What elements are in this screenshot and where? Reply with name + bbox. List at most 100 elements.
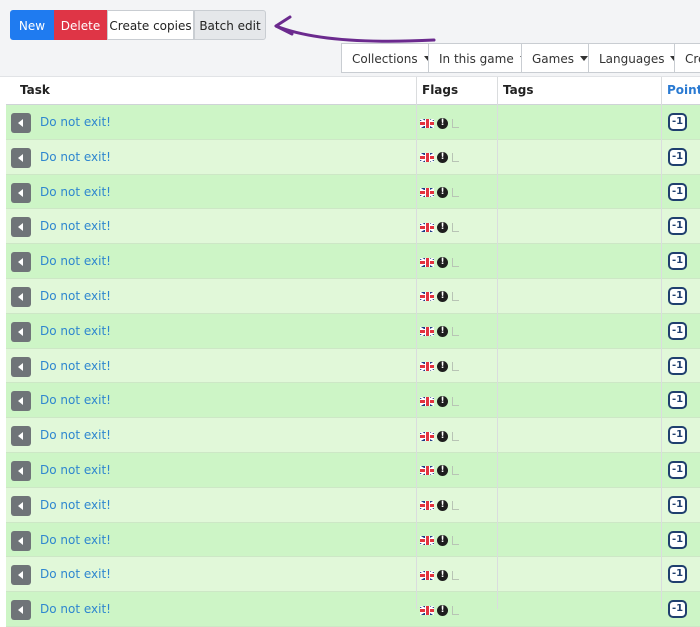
expand-arrow-icon[interactable] xyxy=(11,182,31,203)
task-link[interactable]: Do not exit! xyxy=(40,393,111,407)
warning-icon: ! xyxy=(437,221,448,233)
table-row[interactable]: Do not exit!! -1 xyxy=(6,209,700,245)
table-row[interactable]: Do not exit!! -1 xyxy=(6,244,700,279)
points-badge: -1 xyxy=(668,252,687,271)
table-row[interactable]: Do not exit!! -1 xyxy=(6,348,700,384)
expand-arrow-icon[interactable] xyxy=(11,460,31,481)
languages-dropdown[interactable]: Languages xyxy=(588,43,679,73)
create-copies-button[interactable]: Create copies xyxy=(107,10,194,40)
task-link[interactable]: Do not exit! xyxy=(40,533,111,547)
table-row[interactable]: Do not exit!! -1 xyxy=(6,139,700,175)
table-row[interactable]: Do not exit!! -1 xyxy=(6,174,700,210)
points-badge: -1 xyxy=(668,391,687,410)
warning-icon: ! xyxy=(437,500,448,512)
expand-arrow-icon[interactable] xyxy=(11,600,31,621)
expand-arrow-icon[interactable] xyxy=(11,252,31,273)
in-this-game-dropdown[interactable]: In this game xyxy=(428,43,528,73)
table-row[interactable]: Do not exit!! -1 xyxy=(6,383,700,419)
task-link[interactable]: Do not exit! xyxy=(40,324,111,338)
caret-down-icon xyxy=(579,56,588,61)
annotation-arrow xyxy=(274,15,436,43)
table-row[interactable]: Do not exit!! -1 xyxy=(6,522,700,558)
table-header: Task Flags Tags Points xyxy=(6,77,700,105)
task-link[interactable]: Do not exit! xyxy=(40,359,111,373)
expand-arrow-icon[interactable] xyxy=(11,217,31,238)
delete-button[interactable]: Delete xyxy=(54,10,107,40)
expand-arrow-icon[interactable] xyxy=(11,286,31,307)
games-dropdown[interactable]: Games xyxy=(521,43,589,73)
expand-arrow-icon[interactable] xyxy=(11,495,31,516)
faded-flag-icon xyxy=(452,536,459,546)
in-this-game-label: In this game xyxy=(439,52,514,66)
new-button[interactable]: New xyxy=(10,10,54,40)
task-link[interactable]: Do not exit! xyxy=(40,567,111,581)
flags-cell: ! xyxy=(420,291,459,303)
faded-flag-icon xyxy=(452,570,459,580)
table-row[interactable]: Do not exit!! -1 xyxy=(6,278,700,314)
expand-arrow-icon[interactable] xyxy=(11,530,31,551)
batch-edit-button[interactable]: Batch edit xyxy=(194,10,266,40)
toolbar: New Delete Create copies Batch edit Coll… xyxy=(0,0,700,77)
points-badge: -1 xyxy=(668,426,687,445)
task-link[interactable]: Do not exit! xyxy=(40,289,111,303)
filter-bar: Collections In this game Games Languages… xyxy=(341,43,700,73)
flags-cell: ! xyxy=(420,395,459,407)
games-label: Games xyxy=(532,52,574,66)
warning-icon: ! xyxy=(437,256,448,268)
task-link[interactable]: Do not exit! xyxy=(40,428,111,442)
created-label: Cre xyxy=(685,52,700,66)
flags-cell: ! xyxy=(420,361,459,373)
column-header-points[interactable]: Points xyxy=(667,77,700,104)
warning-icon: ! xyxy=(437,117,448,129)
flags-cell: ! xyxy=(420,569,459,581)
task-link[interactable]: Do not exit! xyxy=(40,463,111,477)
column-divider xyxy=(416,77,417,609)
faded-flag-icon xyxy=(452,153,459,163)
collections-dropdown[interactable]: Collections xyxy=(341,43,432,73)
expand-arrow-icon[interactable] xyxy=(11,321,31,342)
task-link[interactable]: Do not exit! xyxy=(40,115,111,129)
warning-icon: ! xyxy=(437,291,448,303)
task-link[interactable]: Do not exit! xyxy=(40,254,111,268)
uk-flag-icon xyxy=(420,292,434,302)
created-dropdown[interactable]: Cre xyxy=(674,43,700,73)
faded-flag-icon xyxy=(452,466,459,476)
uk-flag-icon xyxy=(420,501,434,511)
warning-icon: ! xyxy=(437,152,448,164)
flags-cell: ! xyxy=(420,221,459,233)
task-link[interactable]: Do not exit! xyxy=(40,150,111,164)
table-row[interactable]: Do not exit!! -1 xyxy=(6,487,700,523)
uk-flag-icon xyxy=(420,570,434,580)
table-row[interactable]: Do not exit!! -1 xyxy=(6,452,700,488)
task-link[interactable]: Do not exit! xyxy=(40,602,111,616)
table-row[interactable]: Do not exit!! -1 xyxy=(6,418,700,453)
faded-flag-icon xyxy=(452,257,459,267)
table-row[interactable]: Do not exit!! -1 xyxy=(6,105,700,140)
expand-arrow-icon[interactable] xyxy=(11,356,31,377)
task-link[interactable]: Do not exit! xyxy=(40,498,111,512)
expand-arrow-icon[interactable] xyxy=(11,113,31,133)
uk-flag-icon xyxy=(420,431,434,441)
column-header-task[interactable]: Task xyxy=(20,77,50,104)
flags-cell: ! xyxy=(420,430,459,442)
table-row[interactable]: Do not exit!! -1 xyxy=(6,592,700,627)
faded-flag-icon xyxy=(452,501,459,511)
column-header-tags: Tags xyxy=(503,83,534,97)
task-link[interactable]: Do not exit! xyxy=(40,219,111,233)
uk-flag-icon xyxy=(420,396,434,406)
warning-icon: ! xyxy=(437,569,448,581)
table-row[interactable]: Do not exit!! -1 xyxy=(6,313,700,349)
expand-arrow-icon[interactable] xyxy=(11,147,31,168)
task-link[interactable]: Do not exit! xyxy=(40,185,111,199)
expand-arrow-icon[interactable] xyxy=(11,426,31,447)
action-button-group: New Delete Create copies Batch edit xyxy=(10,10,266,40)
points-badge: -1 xyxy=(668,356,687,375)
uk-flag-icon xyxy=(420,327,434,337)
expand-arrow-icon[interactable] xyxy=(11,391,31,412)
flags-cell: ! xyxy=(420,152,459,164)
expand-arrow-icon[interactable] xyxy=(11,565,31,586)
table-body: Do not exit!! -1 Do not exit!! -1 Do not exi… xyxy=(6,105,700,627)
warning-icon: ! xyxy=(437,465,448,477)
warning-icon: ! xyxy=(437,395,448,407)
table-row[interactable]: Do not exit!! -1 xyxy=(6,557,700,593)
